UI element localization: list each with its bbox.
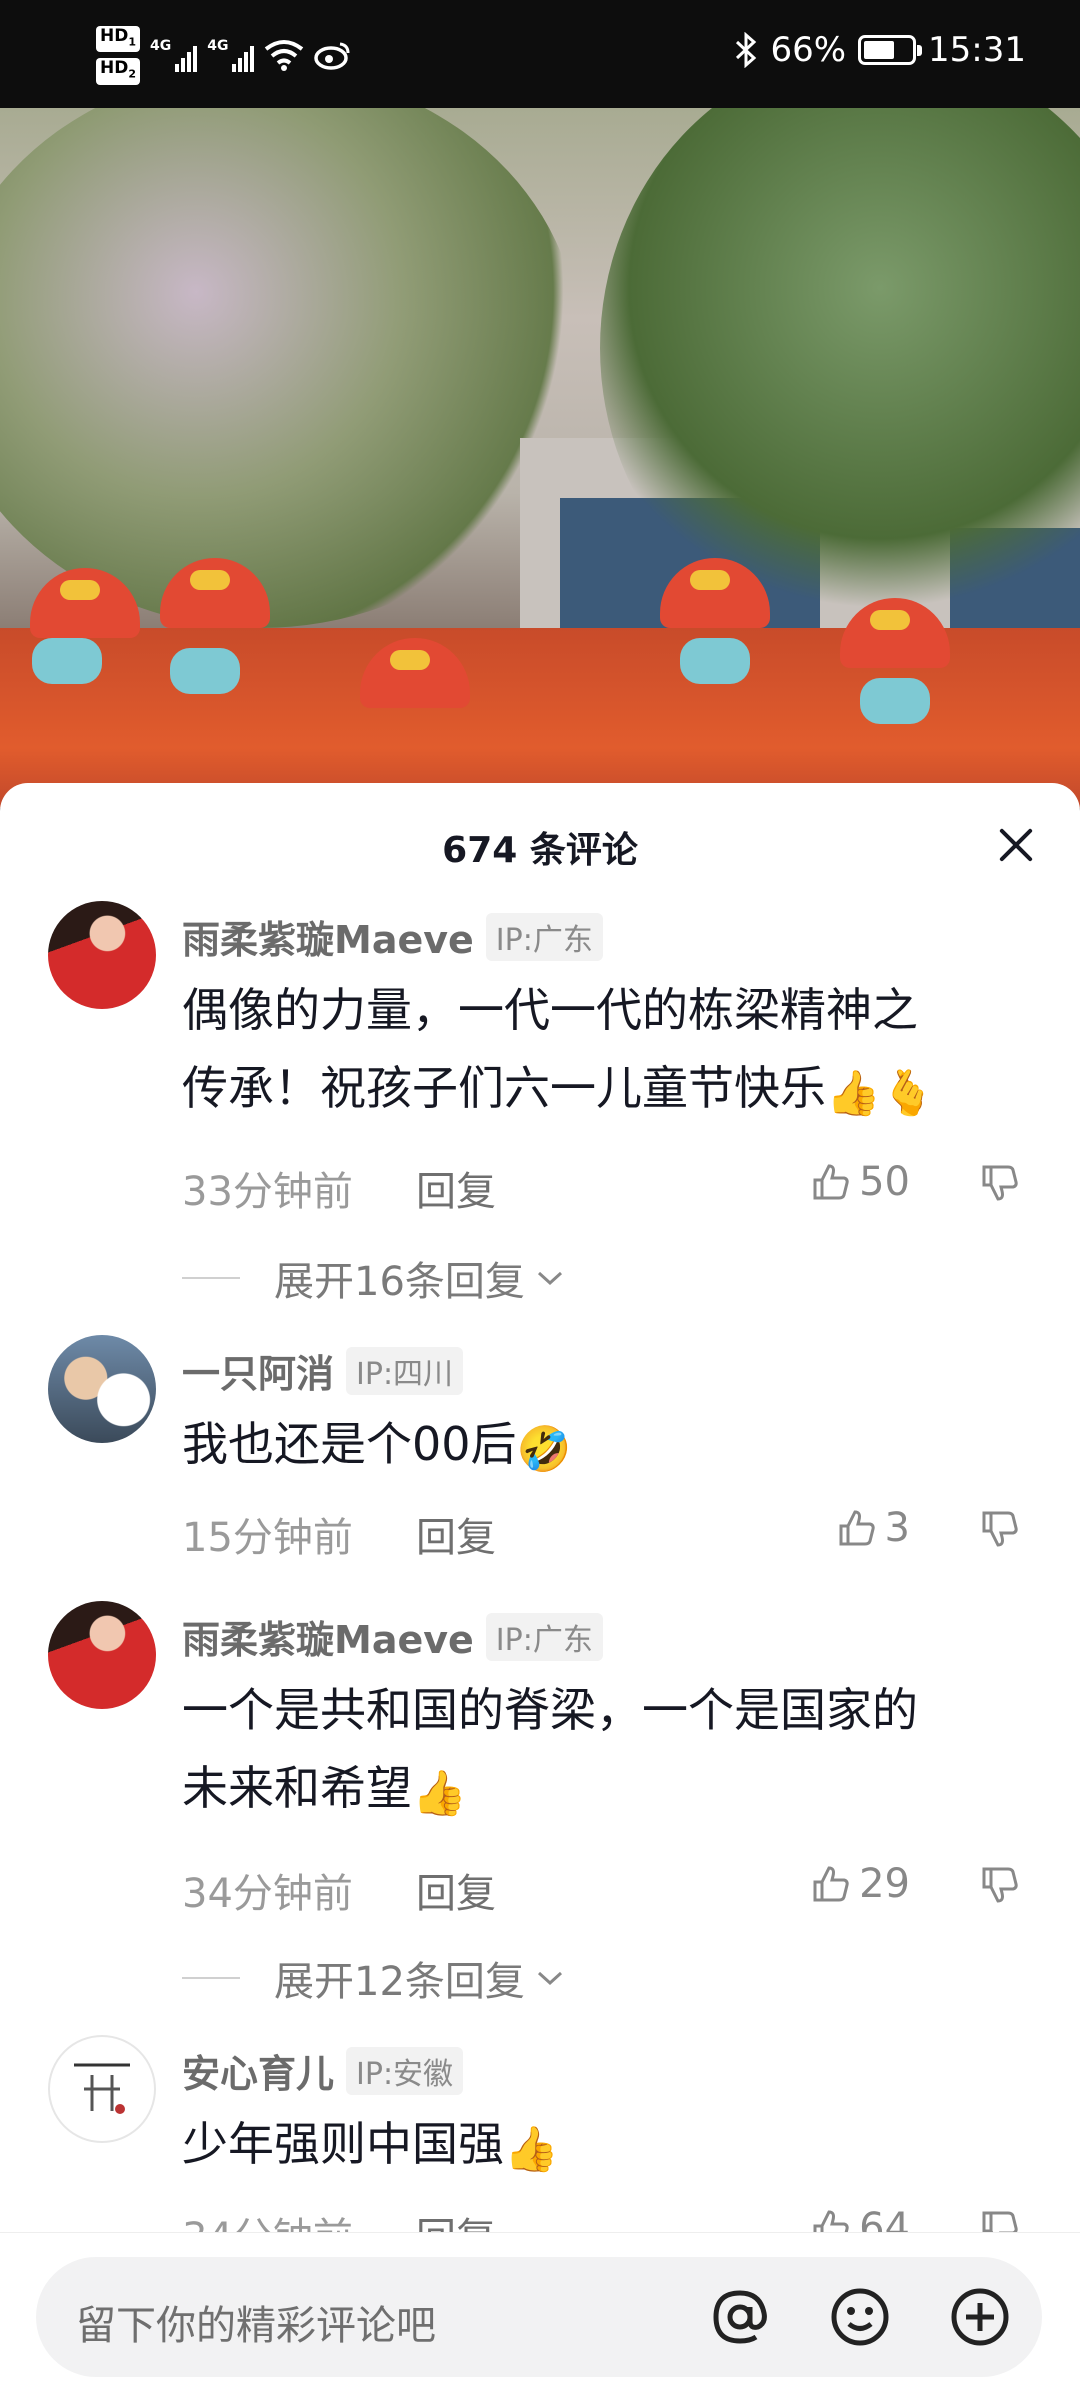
comment-text[interactable]: 一个是共和国的脊梁，一个是国家的 未来和希望👍 xyxy=(182,1671,1032,1833)
like-button[interactable]: 29 xyxy=(811,1861,910,1907)
comment-line: 未来和希望 xyxy=(182,1761,412,1815)
thumbs-down-icon xyxy=(982,1165,1018,1201)
like-count: 50 xyxy=(859,1159,910,1205)
weibo-icon xyxy=(314,42,350,71)
book-logo-icon xyxy=(74,2063,130,2114)
expand-replies[interactable]: 展开16条回复 xyxy=(182,1249,565,1307)
emoji: 🤣 xyxy=(516,1424,572,1475)
like-count: 29 xyxy=(859,1861,910,1907)
comment-time: 15分钟前 xyxy=(182,1515,353,1561)
comment-input-bar: 留下你的精彩评论吧 xyxy=(0,2232,1080,2400)
net1-label: 4G xyxy=(150,38,172,55)
comment-text[interactable]: 我也还是个00后🤣 xyxy=(182,1405,1032,1489)
comment-line: 偶像的力量，一代一代的栋梁精神之 xyxy=(182,983,918,1037)
comment-line: 少年强则中国强 xyxy=(182,2117,504,2171)
thumbs-down-icon xyxy=(982,1867,1018,1903)
close-icon[interactable] xyxy=(996,825,1036,865)
hd-icon: HD1 HD2 xyxy=(96,26,140,85)
battery-icon xyxy=(858,35,923,65)
video-background[interactable] xyxy=(0,108,1080,808)
dislike-button[interactable] xyxy=(980,1163,1020,1213)
wifi-icon xyxy=(265,40,304,72)
ip-badge: IP:安徽 xyxy=(346,2046,464,2095)
dislike-button[interactable] xyxy=(980,1509,1020,1559)
expand-label: 展开16条回复 xyxy=(274,1259,525,1305)
hd1-sub: 1 xyxy=(128,35,136,49)
thumbs-up-icon xyxy=(839,1510,875,1546)
thumbs-down-icon xyxy=(982,1511,1018,1547)
emoji: 👍 xyxy=(412,1768,467,1819)
bluetooth-icon xyxy=(736,32,757,68)
signal-icon: 4G xyxy=(150,38,198,73)
comments-title: 674 条评论 xyxy=(442,830,638,871)
emoji: 👍🫰 xyxy=(826,1068,936,1119)
reply-button[interactable]: 回复 xyxy=(416,1505,496,1563)
add-icon[interactable] xyxy=(948,2285,1012,2349)
comment-line: 传承！祝孩子们六一儿童节快乐 xyxy=(182,1061,826,1115)
username[interactable]: 安心育儿 xyxy=(182,2043,334,2098)
username[interactable]: 一只阿消 xyxy=(182,1343,334,1398)
reply-button[interactable]: 回复 xyxy=(416,1861,496,1919)
comment-time: 34分钟前 xyxy=(182,1871,353,1917)
at-icon[interactable] xyxy=(708,2285,772,2349)
signal-icon: 4G xyxy=(207,38,255,73)
expand-replies[interactable]: 展开12条回复 xyxy=(182,1949,565,2007)
emoji-icon[interactable] xyxy=(828,2285,892,2349)
thumbs-up-icon xyxy=(813,1164,849,1200)
status-left: HD1 HD2 4G 4G xyxy=(96,26,352,85)
comment-placeholder: 留下你的精彩评论吧 xyxy=(76,2303,436,2349)
battery-percent: 66% xyxy=(770,30,847,70)
like-button[interactable]: 3 xyxy=(837,1505,910,1551)
like-count: 3 xyxy=(884,1505,910,1551)
comment-input[interactable]: 留下你的精彩评论吧 xyxy=(36,2257,1042,2377)
hd1-label: HD xyxy=(100,26,129,46)
thumbs-up-icon xyxy=(813,1866,849,1902)
username[interactable]: 雨柔紫璇Maeve xyxy=(182,909,474,964)
comment-line: 我也还是个00后 xyxy=(182,1417,517,1471)
avatar[interactable] xyxy=(48,901,156,1009)
comment-text[interactable]: 偶像的力量，一代一代的栋梁精神之 传承！祝孩子们六一儿童节快乐👍🫰 xyxy=(182,971,1032,1133)
hd2-sub: 2 xyxy=(128,67,136,81)
comment-time: 33分钟前 xyxy=(182,1169,353,1215)
like-button[interactable]: 50 xyxy=(811,1159,910,1205)
comments-sheet: 674 条评论 雨柔紫璇Maeve IP:广东 偶像的力量，一代一代的栋梁精神之… xyxy=(0,783,1080,2400)
clock: 15:31 xyxy=(928,30,1026,70)
status-bar: HD1 HD2 4G 4G 66% 15:31 xyxy=(0,0,1080,108)
status-right: 66% 15:31 xyxy=(734,30,1026,70)
expand-label: 展开12条回复 xyxy=(274,1959,525,2005)
chevron-down-icon xyxy=(537,1271,562,1286)
dislike-button[interactable] xyxy=(980,1865,1020,1915)
avatar[interactable] xyxy=(48,1601,156,1709)
avatar[interactable] xyxy=(48,2035,156,2143)
ip-badge: IP:四川 xyxy=(346,1346,464,1395)
hd2-label: HD xyxy=(100,58,129,79)
emoji: 👍 xyxy=(504,2124,559,2175)
comment-text[interactable]: 少年强则中国强👍 xyxy=(182,2105,1032,2189)
avatar[interactable] xyxy=(48,1335,156,1443)
username[interactable]: 雨柔紫璇Maeve xyxy=(182,1609,474,1664)
net2-label: 4G xyxy=(207,38,229,55)
chevron-down-icon xyxy=(537,1971,562,1986)
comment-line: 一个是共和国的脊梁，一个是国家的 xyxy=(182,1683,918,1737)
ip-badge: IP:广东 xyxy=(485,1612,603,1661)
ip-badge: IP:广东 xyxy=(485,912,603,961)
reply-button[interactable]: 回复 xyxy=(416,1159,496,1217)
